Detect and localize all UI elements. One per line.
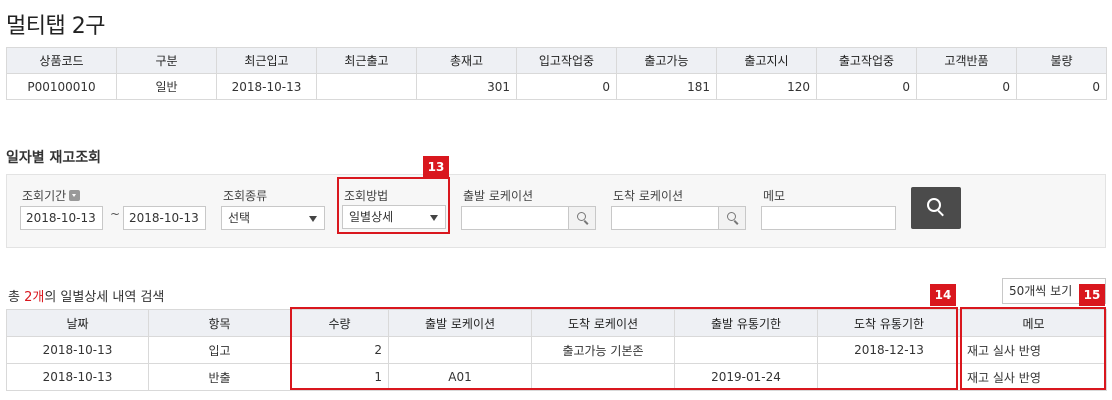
customer-return-cell: 0 — [916, 73, 1017, 100]
column-header: 출발 유통기한 — [674, 309, 818, 337]
last-outbound-cell — [316, 73, 417, 100]
from-expiry-cell — [674, 336, 818, 364]
query-method-label: 조회방법 — [344, 189, 389, 203]
query-method-select[interactable]: 일별상세 — [342, 205, 446, 229]
to-location-cell — [531, 363, 675, 391]
item-cell: 입고 — [148, 336, 291, 364]
memo-cell: 재고 실사 반영 — [960, 363, 1107, 391]
daily-detail-table: 날짜 항목 수량 출발 로케이션 도착 로케이션 출발 유통기한 도착 유통기한… — [6, 309, 1107, 391]
column-header: 상품코드 — [6, 47, 117, 74]
query-type-value: 선택 — [228, 211, 251, 225]
query-type-label: 조회종류 — [223, 189, 268, 203]
outbound-ordered-cell: 120 — [716, 73, 817, 100]
inbound-working-cell: 0 — [516, 73, 617, 100]
category-cell: 일반 — [116, 73, 217, 100]
search-icon — [577, 212, 589, 225]
column-header: 구분 — [116, 47, 217, 74]
search-button[interactable] — [911, 187, 961, 229]
column-header: 날짜 — [6, 309, 149, 337]
column-header: 도착 유통기한 — [817, 309, 961, 337]
from-location-cell — [388, 336, 532, 364]
stock-summary-table: 상품코드 구분 최근입고 최근출고 총재고 입고작업중 출고가능 출고지시 출고… — [6, 47, 1107, 100]
column-header: 출고작업중 — [816, 47, 917, 74]
table-row: 2018-10-13 입고 2 출고가능 기본존 2018-12-13 재고 실… — [6, 336, 1107, 364]
defective-cell: 0 — [1016, 73, 1107, 100]
column-header: 수량 — [290, 309, 389, 337]
to-expiry-cell — [817, 363, 961, 391]
memo-input[interactable] — [761, 206, 896, 230]
section-title: 일자별 재고조회 — [6, 150, 102, 166]
result-count: 총 2개의 일별상세 내역 검색 — [8, 286, 164, 305]
column-header: 출발 로케이션 — [388, 309, 532, 337]
callout-badge-13: 13 — [423, 156, 449, 178]
result-count-suffix: 의 일별상세 내역 검색 — [44, 290, 165, 305]
date-cell: 2018-10-13 — [6, 363, 149, 391]
info-icon[interactable] — [69, 190, 81, 201]
result-count-prefix: 총 — [8, 290, 25, 305]
chevron-down-icon — [430, 215, 438, 221]
outbound-working-cell: 0 — [816, 73, 917, 100]
to-location-cell: 출고가능 기본존 — [531, 336, 675, 364]
query-method-value: 일별상세 — [349, 210, 394, 224]
column-header: 메모 — [960, 309, 1107, 337]
quantity-cell: 1 — [290, 363, 389, 391]
column-header: 고객반품 — [916, 47, 1017, 74]
column-header: 최근입고 — [216, 47, 317, 74]
from-location-label: 출발 로케이션 — [463, 189, 534, 203]
memo-label: 메모 — [763, 189, 786, 203]
table-header-row: 날짜 항목 수량 출발 로케이션 도착 로케이션 출발 유통기한 도착 유통기한… — [6, 309, 1107, 337]
column-header: 총재고 — [416, 47, 517, 74]
column-header: 불량 — [1016, 47, 1107, 74]
from-expiry-cell: 2019-01-24 — [674, 363, 818, 391]
table-row: 2018-10-13 반출 1 A01 2019-01-24 재고 실사 반영 — [6, 363, 1107, 391]
table-header-row: 상품코드 구분 최근입고 최근출고 총재고 입고작업중 출고가능 출고지시 출고… — [6, 47, 1107, 74]
date-to-input[interactable]: 2018-10-13 — [123, 206, 206, 230]
quantity-cell: 2 — [290, 336, 389, 364]
period-label-text: 조회기간 — [22, 189, 67, 203]
period-label: 조회기간 — [22, 187, 81, 204]
last-inbound-cell: 2018-10-13 — [216, 73, 317, 100]
item-cell: 반출 — [148, 363, 291, 391]
page-title: 멀티탭 2구 — [6, 14, 105, 39]
to-location-lookup-button[interactable] — [718, 206, 746, 230]
column-header: 입고작업중 — [516, 47, 617, 74]
column-header: 출고가능 — [616, 47, 717, 74]
column-header: 항목 — [148, 309, 291, 337]
date-range-separator: ~ — [110, 207, 121, 221]
result-count-value: 2개 — [24, 290, 45, 305]
to-location-input[interactable] — [611, 206, 719, 230]
to-location-label: 도착 로케이션 — [613, 189, 684, 203]
table-row: P00100010 일반 2018-10-13 301 0 181 120 0 … — [6, 73, 1107, 100]
product-code-cell: P00100010 — [6, 73, 117, 100]
column-header: 출고지시 — [716, 47, 817, 74]
from-location-cell: A01 — [388, 363, 532, 391]
date-cell: 2018-10-13 — [6, 336, 149, 364]
callout-badge-14: 14 — [930, 284, 956, 306]
date-from-input[interactable]: 2018-10-13 — [20, 206, 103, 230]
query-type-select[interactable]: 선택 — [221, 206, 325, 230]
memo-cell: 재고 실사 반영 — [960, 336, 1107, 364]
column-header: 도착 로케이션 — [531, 309, 675, 337]
search-icon — [727, 212, 739, 225]
total-stock-cell: 301 — [416, 73, 517, 100]
from-location-input[interactable] — [461, 206, 569, 230]
callout-badge-15: 15 — [1079, 284, 1105, 306]
from-location-lookup-button[interactable] — [568, 206, 596, 230]
to-expiry-cell: 2018-12-13 — [817, 336, 961, 364]
chevron-down-icon — [309, 216, 317, 222]
search-icon — [927, 198, 947, 218]
column-header: 최근출고 — [316, 47, 417, 74]
outbound-available-cell: 181 — [616, 73, 717, 100]
